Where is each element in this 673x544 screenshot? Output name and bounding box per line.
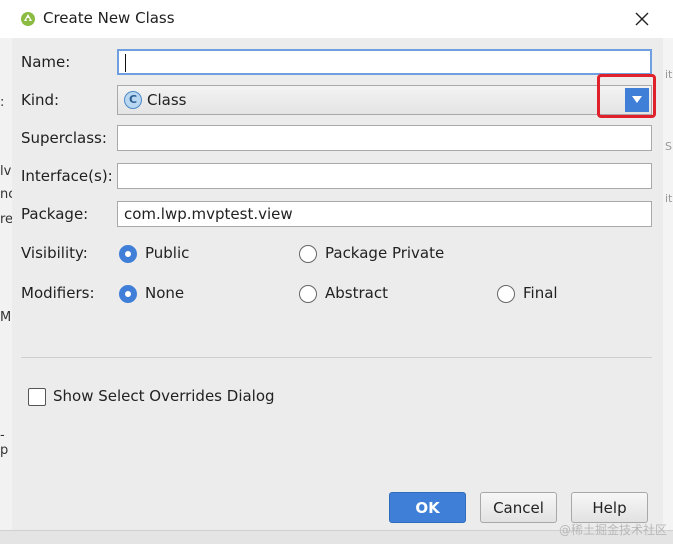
background-text: : <box>0 95 5 110</box>
background-text: it <box>665 192 673 205</box>
kind-value: Class <box>147 91 187 109</box>
close-icon <box>635 12 649 26</box>
interfaces-input[interactable] <box>117 163 652 189</box>
create-new-class-dialog: Create New Class Name: Kind: C Class Sup… <box>0 0 673 530</box>
android-studio-icon <box>21 12 35 26</box>
background-text: it <box>665 68 673 81</box>
background-ide-right: it S it <box>663 38 673 544</box>
ok-button[interactable]: OK <box>389 492 466 523</box>
text-caret <box>125 54 126 72</box>
visibility-public-label: Public <box>145 244 190 262</box>
modifiers-abstract-radio[interactable] <box>299 285 317 303</box>
package-input[interactable]: com.lwp.mvptest.view <box>117 201 652 227</box>
modifiers-label: Modifiers: <box>21 284 95 302</box>
dialog-titlebar: Create New Class <box>0 0 673 38</box>
visibility-package-private-label: Package Private <box>325 244 445 262</box>
package-label: Package: <box>21 205 89 223</box>
modifiers-abstract-label: Abstract <box>325 284 388 302</box>
separator <box>21 357 652 358</box>
class-icon: C <box>124 91 142 109</box>
name-input[interactable] <box>117 49 652 75</box>
modifiers-final-label: Final <box>523 284 558 302</box>
background-ide-left: : lv nc re M -p <box>0 38 15 544</box>
modifiers-none-radio[interactable] <box>119 285 137 303</box>
kind-select[interactable]: C Class <box>117 85 652 115</box>
interfaces-label: Interface(s): <box>21 167 113 185</box>
modifiers-none-label: None <box>145 284 185 302</box>
kind-label: Kind: <box>21 91 60 109</box>
dialog-title: Create New Class <box>43 9 175 27</box>
visibility-package-private-radio[interactable] <box>299 245 317 263</box>
show-overrides-label: Show Select Overrides Dialog <box>53 387 275 405</box>
background-text: S <box>665 140 672 153</box>
superclass-input[interactable] <box>117 125 652 151</box>
help-button[interactable]: Help <box>571 492 648 523</box>
superclass-label: Superclass: <box>21 129 107 147</box>
watermark: @稀土掘金技术社区 <box>558 523 667 537</box>
visibility-public-radio[interactable] <box>119 245 137 263</box>
background-text: -p <box>0 428 9 458</box>
background-text: M <box>0 310 12 325</box>
dropdown-highlight-annotation <box>597 74 656 118</box>
show-overrides-checkbox[interactable] <box>28 388 46 406</box>
cancel-button[interactable]: Cancel <box>480 492 557 523</box>
visibility-label: Visibility: <box>21 244 88 262</box>
close-button[interactable] <box>631 8 653 30</box>
modifiers-final-radio[interactable] <box>497 285 515 303</box>
name-label: Name: <box>21 53 71 71</box>
package-value: com.lwp.mvptest.view <box>124 205 293 223</box>
background-text: lv <box>0 164 12 179</box>
